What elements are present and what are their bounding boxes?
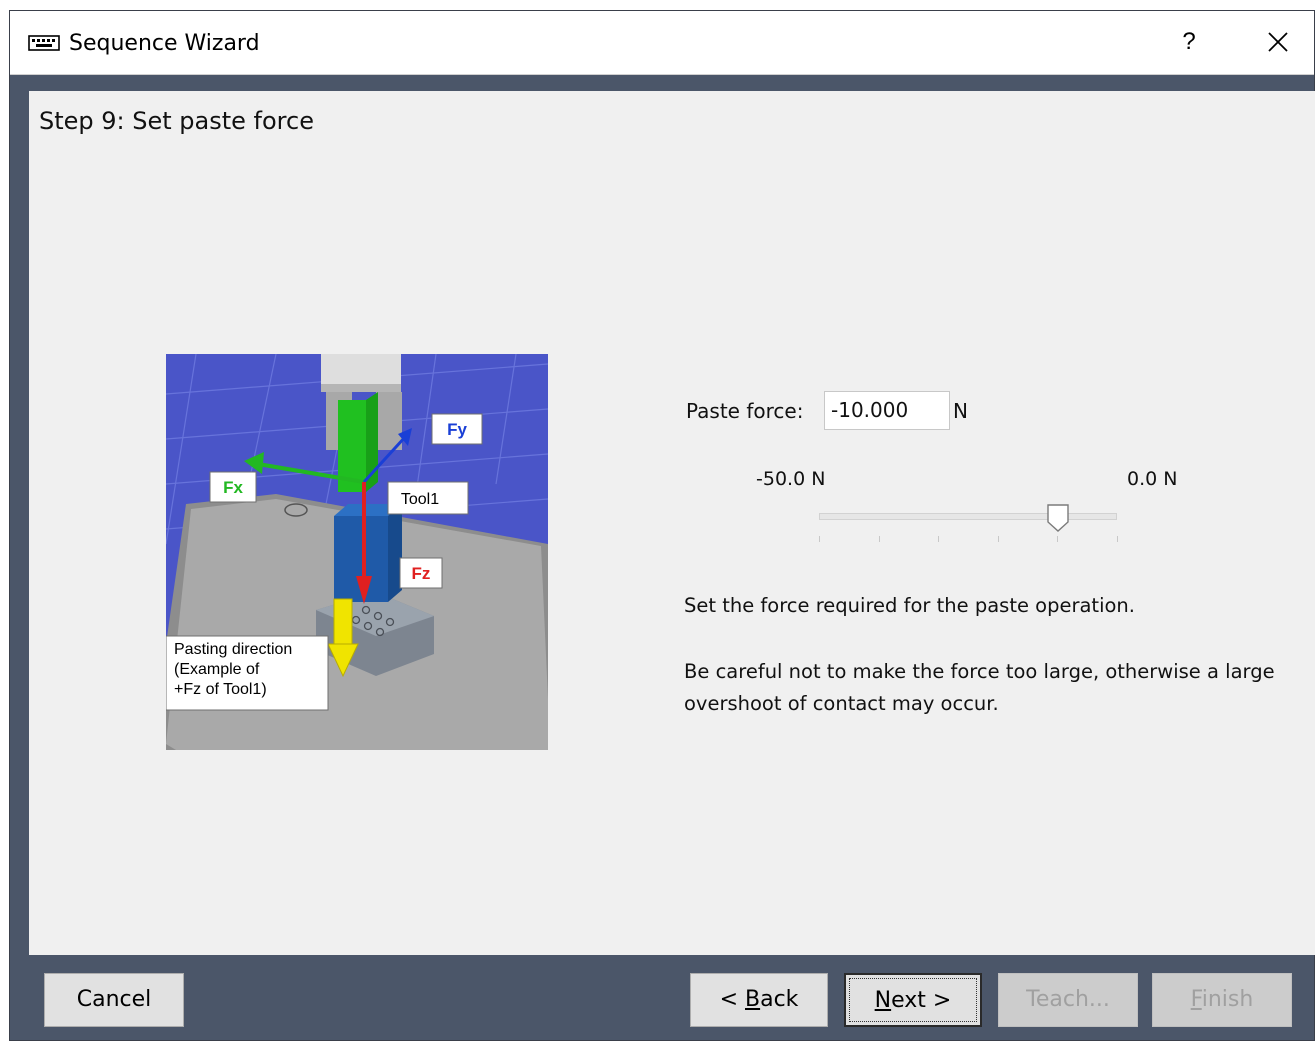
cancel-button[interactable]: Cancel xyxy=(44,973,184,1027)
slider-tick xyxy=(1117,536,1118,542)
close-icon[interactable] xyxy=(1260,25,1296,59)
back-mnemonic: B xyxy=(745,987,761,1012)
finish-button[interactable]: Finish xyxy=(1152,973,1292,1027)
keyboard-icon xyxy=(28,35,60,51)
finish-rest: inish xyxy=(1201,987,1254,1012)
next-rest: ext > xyxy=(891,988,952,1013)
paste-force-label: Paste force: xyxy=(686,399,804,423)
slider-tick xyxy=(997,536,999,542)
next-mnemonic: N xyxy=(874,988,892,1013)
fz-label: Fz xyxy=(412,564,431,583)
fx-label: Fx xyxy=(223,478,243,497)
paste-force-input[interactable]: -10.000 xyxy=(824,391,950,430)
pasting-direction-line3: +Fz of Tool1) xyxy=(174,681,267,698)
slider-tick xyxy=(819,536,820,542)
slider-min-label: -50.0 N xyxy=(756,468,826,490)
finish-mnemonic: F xyxy=(1190,987,1202,1012)
slider-thumb[interactable] xyxy=(1047,504,1070,532)
slider-track[interactable] xyxy=(819,513,1117,520)
teach-button[interactable]: Teach... xyxy=(998,973,1138,1027)
pasting-direction-line2: (Example of xyxy=(174,661,260,678)
back-rest: ack xyxy=(760,987,799,1012)
next-button[interactable]: Next > xyxy=(844,973,982,1027)
slider-tick xyxy=(938,536,940,542)
pasting-direction-line1: Pasting direction xyxy=(174,641,292,658)
warning-text: Be careful not to make the force too lar… xyxy=(684,660,1275,715)
wizard-page: Step 9: Set paste force Fy Fx Tool1 Fz P… xyxy=(29,91,1315,955)
paste-force-unit: N xyxy=(953,399,968,423)
window-title: Sequence Wizard xyxy=(69,31,260,56)
step-title: Step 9: Set paste force xyxy=(39,107,314,135)
title-bar: Sequence Wizard ? xyxy=(10,11,1314,75)
back-button[interactable]: < Back xyxy=(690,973,828,1027)
fy-label: Fy xyxy=(447,420,467,439)
slider-max-label: 0.0 N xyxy=(1127,468,1178,490)
paste-force-illustration: Fy Fx Tool1 Fz Pasting direction (Exampl… xyxy=(166,354,548,750)
sequence-wizard-window: Sequence Wizard ? Step 9: Set paste forc… xyxy=(9,10,1315,1041)
tool-label: Tool1 xyxy=(401,491,439,508)
slider-tick xyxy=(878,536,880,542)
slider-tick xyxy=(1057,536,1059,542)
back-prefix: < xyxy=(719,987,745,1012)
description-text: Set the force required for the paste ope… xyxy=(684,594,1135,617)
help-button[interactable]: ? xyxy=(1172,25,1206,59)
paste-force-slider[interactable] xyxy=(819,493,1119,543)
